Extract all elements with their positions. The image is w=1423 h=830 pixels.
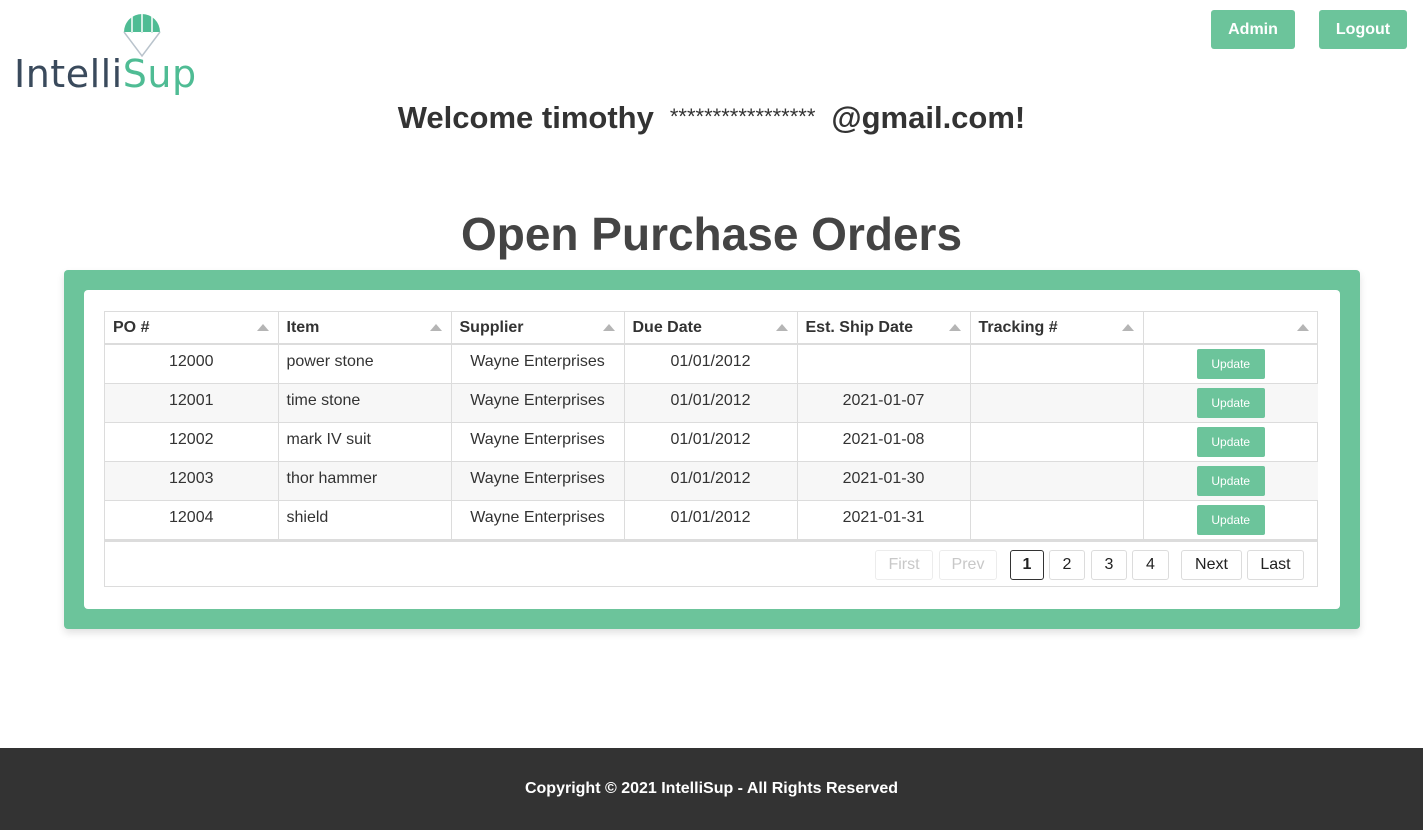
welcome-message: Welcome timothy ***************** @gmail.c… [0,100,1423,136]
column-header-label: Tracking # [978,318,1058,336]
cell-due-date: 01/01/2012 [624,344,798,384]
cell-supplier: Wayne Enterprises [451,383,625,423]
cell-due-date: 01/01/2012 [624,500,798,540]
cell-item: time stone [278,383,452,423]
column-header-est-ship-date[interactable]: Est. Ship Date [797,312,971,345]
cell-action: Update [1143,461,1318,501]
cell-supplier: Wayne Enterprises [451,344,625,384]
column-header-po[interactable]: PO # [105,312,279,345]
logo-text-sup: Sup [122,52,197,96]
admin-button[interactable]: Admin [1211,10,1295,49]
cell-action: Update [1143,383,1318,423]
cell-est-ship-date: 2021-01-30 [797,461,971,501]
column-header-item[interactable]: Item [278,312,452,345]
footer-copyright: Copyright © 2021 IntelliSup - All Rights… [524,780,899,797]
pagination-page-2[interactable]: 2 [1049,550,1085,580]
footer: Copyright © 2021 IntelliSup - All Rights… [0,748,1423,830]
pagination-page-1[interactable]: 1 [1010,550,1044,580]
welcome-prefix: Welcome timothy [397,100,654,135]
column-header-tracking[interactable]: Tracking # [970,312,1144,345]
cell-tracking [970,344,1144,384]
table-row: 12004 shield Wayne Enterprises 01/01/201… [105,500,1318,540]
welcome-suffix: @gmail.com! [831,100,1026,135]
cell-est-ship-date: 2021-01-08 [797,422,971,462]
orders-table-container: PO # Item Supplier Due Date Est. Ship Da… [104,311,1318,587]
cell-item: thor hammer [278,461,452,501]
cell-po: 12002 [105,422,279,462]
sort-arrow-icon[interactable] [1121,324,1134,331]
column-header-label: Due Date [632,318,702,336]
logo-text-intelli: Intelli [14,52,123,96]
cell-item: shield [278,500,452,540]
update-button[interactable]: Update [1196,387,1265,418]
column-header-supplier[interactable]: Supplier [451,312,625,345]
cell-item: mark IV suit [278,422,452,462]
cell-tracking [970,500,1144,540]
pagination-page-4[interactable]: 4 [1132,550,1169,580]
update-button[interactable]: Update [1196,426,1265,457]
sort-arrow-icon[interactable] [1297,324,1309,331]
cell-due-date: 01/01/2012 [624,461,798,501]
column-header-label: Supplier [459,318,524,336]
orders-table: PO # Item Supplier Due Date Est. Ship Da… [105,312,1318,540]
cell-tracking [970,383,1144,423]
pagination-first-button[interactable]: First [875,550,933,580]
orders-panel: PO # Item Supplier Due Date Est. Ship Da… [64,270,1360,629]
logout-button[interactable]: Logout [1319,10,1407,49]
column-header-label: Item [286,318,320,336]
cell-supplier: Wayne Enterprises [451,461,625,501]
pagination-next-button[interactable]: Next [1181,550,1242,580]
pagination-last-button[interactable]: Last [1247,550,1304,580]
cell-po: 12004 [105,500,279,540]
cell-tracking [970,422,1144,462]
cell-est-ship-date: 2021-01-07 [797,383,971,423]
cell-action: Update [1143,500,1318,540]
update-button[interactable]: Update [1196,465,1265,496]
welcome-masked-email: ***************** [669,104,816,129]
table-row: 12000 power stone Wayne Enterprises 01/0… [105,344,1318,384]
column-header-actions[interactable] [1143,312,1318,345]
sort-arrow-icon[interactable] [775,324,788,331]
cell-est-ship-date [797,344,971,384]
sort-arrow-icon[interactable] [602,324,615,331]
cell-supplier: Wayne Enterprises [451,500,625,540]
logo-text: IntelliSup [14,52,197,96]
cell-po: 12000 [105,344,279,384]
pagination-prev-button[interactable]: Prev [939,550,997,580]
cell-action: Update [1143,422,1318,462]
cell-po: 12001 [105,383,279,423]
page: IntelliSup Admin Logout Welcome timothy *… [0,0,1423,830]
table-header-row: PO # Item Supplier Due Date Est. Ship Da… [105,312,1318,345]
column-header-due-date[interactable]: Due Date [624,312,798,345]
cell-supplier: Wayne Enterprises [451,422,625,462]
update-button[interactable]: Update [1196,504,1265,535]
pagination: First Prev 1 2 3 4 Next Last [105,540,1317,588]
cell-action: Update [1143,344,1318,384]
cell-item: power stone [278,344,452,384]
update-button[interactable]: Update [1196,349,1265,379]
cell-est-ship-date: 2021-01-31 [797,500,971,540]
cell-due-date: 01/01/2012 [624,383,798,423]
cell-po: 12003 [105,461,279,501]
cell-due-date: 01/01/2012 [624,422,798,462]
cell-tracking [970,461,1144,501]
table-row: 12002 mark IV suit Wayne Enterprises 01/… [105,422,1318,462]
sort-arrow-icon[interactable] [948,324,961,331]
sort-arrow-icon[interactable] [429,324,442,331]
column-header-label: Est. Ship Date [805,318,914,336]
table-row: 12003 thor hammer Wayne Enterprises 01/0… [105,461,1318,501]
pagination-page-3[interactable]: 3 [1091,550,1127,580]
column-header-label: PO # [113,318,150,336]
logo[interactable]: IntelliSup [14,8,196,96]
sort-arrow-icon[interactable] [256,324,269,331]
table-row: 12001 time stone Wayne Enterprises 01/01… [105,383,1318,423]
page-title: Open Purchase Orders [460,208,963,260]
orders-panel-inner: PO # Item Supplier Due Date Est. Ship Da… [84,290,1340,609]
